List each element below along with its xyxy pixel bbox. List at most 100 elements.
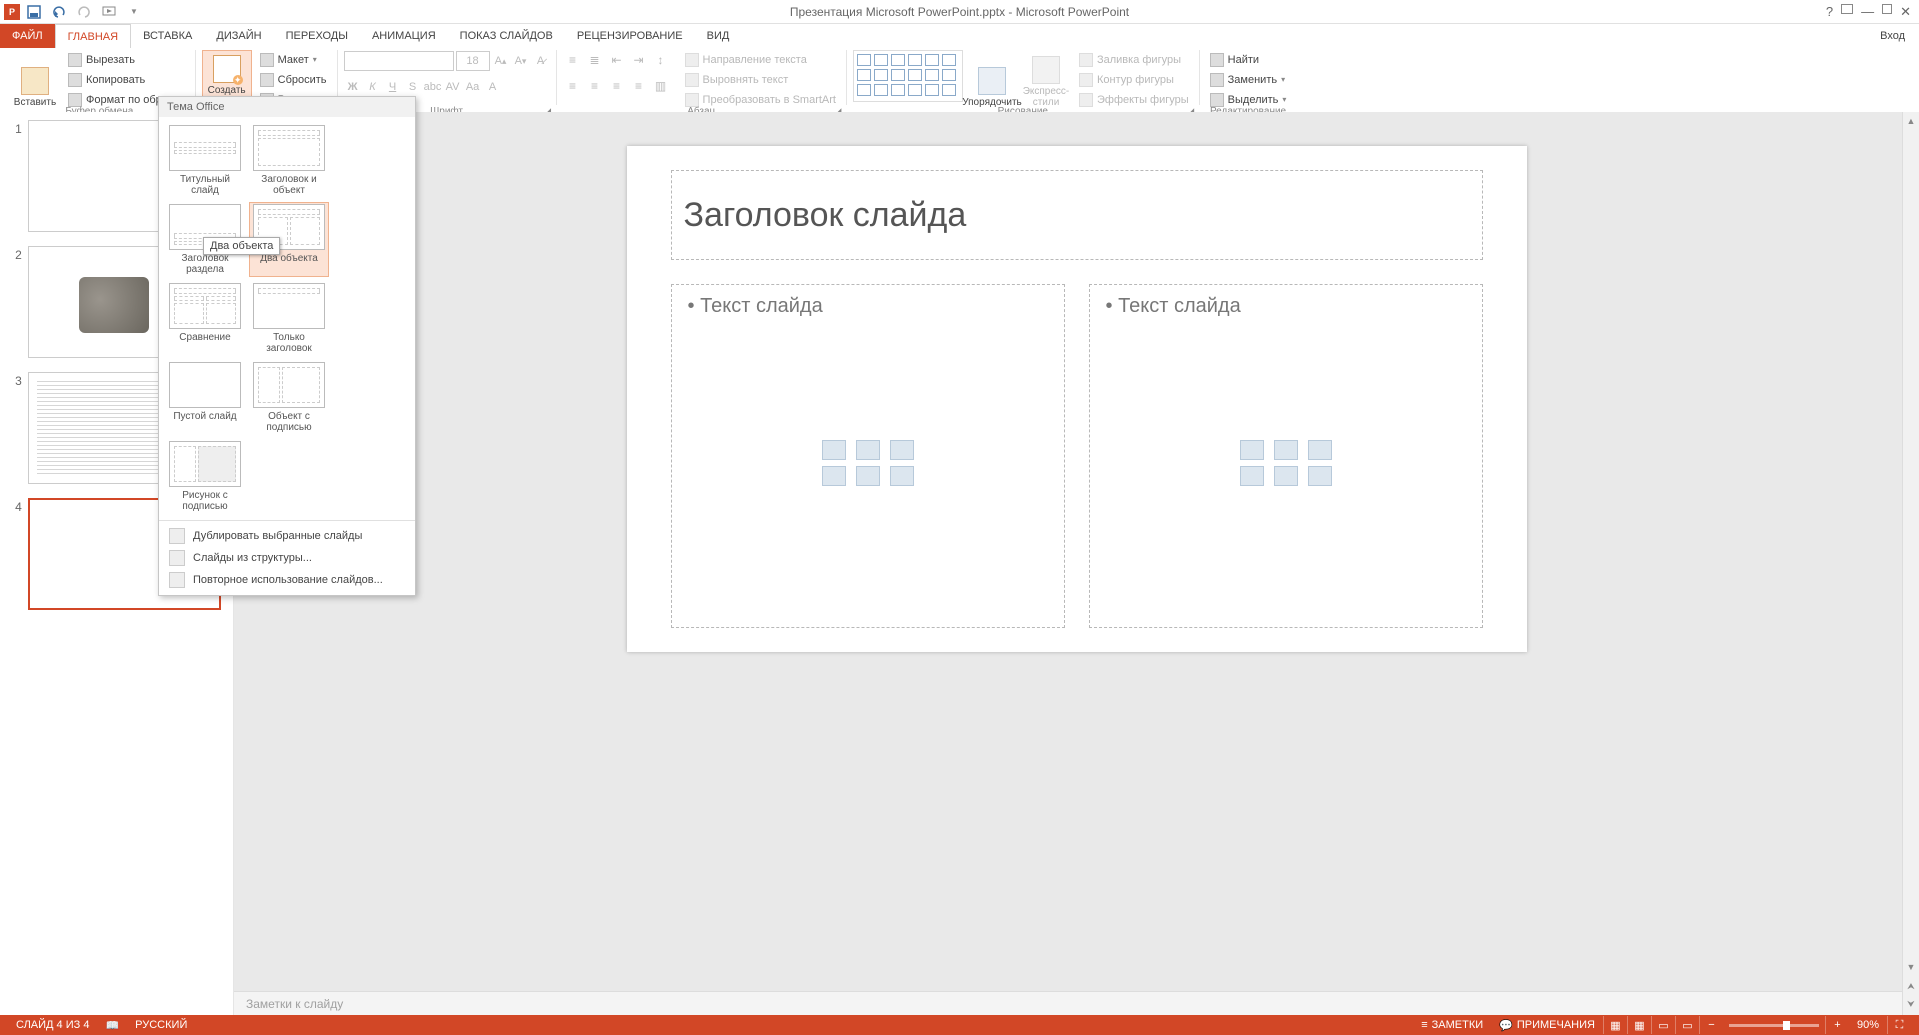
font-size-combo[interactable]: 18 <box>456 51 490 71</box>
slide-sorter-button[interactable]: ▦ <box>1627 1016 1651 1034</box>
ribbon-display-button[interactable] <box>1841 4 1853 14</box>
tab-slideshow[interactable]: ПОКАЗ СЛАЙДОВ <box>448 24 565 48</box>
text-direction-button[interactable]: Направление текста <box>681 50 840 69</box>
duplicate-slides-item[interactable]: Дублировать выбранные слайды <box>159 525 415 547</box>
insert-online-picture-icon[interactable] <box>856 466 880 486</box>
zoom-knob[interactable] <box>1783 1021 1790 1030</box>
right-content-placeholder[interactable]: Текст слайда <box>1089 284 1483 628</box>
vertical-scrollbar[interactable]: ▲ ▼ ⮝ ⮟ <box>1902 112 1919 1015</box>
help-button[interactable]: ? <box>1826 4 1833 20</box>
align-center-button[interactable]: ≡ <box>585 76 605 96</box>
align-left-button[interactable]: ≡ <box>563 76 583 96</box>
tab-animation[interactable]: АНИМАЦИЯ <box>360 24 448 48</box>
slide-canvas-area[interactable]: Заголовок слайда Текст слайда Текст слай… <box>234 112 1919 991</box>
shape-outline-button[interactable]: Контур фигуры <box>1075 70 1193 89</box>
tab-transitions[interactable]: ПЕРЕХОДЫ <box>274 24 360 48</box>
qat-customize-icon[interactable]: ▼ <box>123 1 145 23</box>
insert-video-icon[interactable] <box>890 466 914 486</box>
paste-button[interactable]: Вставить <box>10 50 60 110</box>
shape-icon[interactable] <box>942 69 956 81</box>
shape-icon[interactable] <box>874 54 888 66</box>
shape-icon[interactable] <box>857 54 871 66</box>
tab-design[interactable]: ДИЗАЙН <box>204 24 273 48</box>
shadow-button[interactable]: abc <box>424 77 442 97</box>
numbering-button[interactable]: ≣ <box>585 50 605 70</box>
tab-view[interactable]: ВИД <box>695 24 742 48</box>
cut-button[interactable]: Вырезать <box>64 50 189 69</box>
decrease-font-button[interactable]: A▾ <box>512 51 530 71</box>
change-case-button[interactable]: Aa <box>464 77 482 97</box>
scroll-down-icon[interactable]: ▼ <box>1903 958 1919 975</box>
layout-title-only[interactable]: Только заголовок <box>249 281 329 356</box>
shape-icon[interactable] <box>908 54 922 66</box>
columns-button[interactable]: ▥ <box>651 76 671 96</box>
replace-button[interactable]: Заменить▾ <box>1206 70 1291 89</box>
shape-icon[interactable] <box>925 69 939 81</box>
layout-blank[interactable]: Пустой слайд <box>165 360 245 435</box>
shape-icon[interactable] <box>925 84 939 96</box>
arrange-button[interactable]: Упорядочить <box>967 50 1017 110</box>
shape-icon[interactable] <box>925 54 939 66</box>
comments-toggle[interactable]: 💬 ПРИМЕЧАНИЯ <box>1491 1019 1603 1032</box>
notes-pane[interactable]: Заметки к слайду <box>234 991 1919 1015</box>
bullets-button[interactable]: ≡ <box>563 50 583 70</box>
redo-button[interactable] <box>73 1 95 23</box>
layout-picture-with-caption[interactable]: Рисунок с подписью <box>165 439 245 514</box>
reading-view-button[interactable]: ▭ <box>1651 1016 1675 1034</box>
underline-button[interactable]: Ч <box>384 77 402 97</box>
decrease-indent-button[interactable]: ⇤ <box>607 50 627 70</box>
layout-title-and-content[interactable]: Заголовок и объект <box>249 123 329 198</box>
bold-button[interactable]: Ж <box>344 77 362 97</box>
insert-video-icon[interactable] <box>1308 466 1332 486</box>
shape-icon[interactable] <box>857 84 871 96</box>
scroll-up-icon[interactable]: ▲ <box>1903 112 1919 129</box>
left-content-placeholder[interactable]: Текст слайда <box>671 284 1065 628</box>
layout-title-slide[interactable]: Титульный слайд <box>165 123 245 198</box>
tab-file[interactable]: ФАЙЛ <box>0 24 55 48</box>
layout-button[interactable]: Макет▾ <box>256 50 331 69</box>
normal-view-button[interactable]: ▦ <box>1603 1016 1627 1034</box>
align-text-button[interactable]: Выровнять текст <box>681 70 840 89</box>
shape-icon[interactable] <box>874 84 888 96</box>
tab-review[interactable]: РЕЦЕНЗИРОВАНИЕ <box>565 24 695 48</box>
layout-content-with-caption[interactable]: Объект с подписью <box>249 360 329 435</box>
quick-styles-button[interactable]: Экспресс-стили <box>1021 50 1071 110</box>
shape-icon[interactable] <box>942 54 956 66</box>
insert-online-picture-icon[interactable] <box>1274 466 1298 486</box>
shape-icon[interactable] <box>857 69 871 81</box>
align-right-button[interactable]: ≡ <box>607 76 627 96</box>
shape-icon[interactable] <box>908 84 922 96</box>
shape-icon[interactable] <box>942 84 956 96</box>
next-slide-icon[interactable]: ⮟ <box>1903 996 1919 1013</box>
maximize-button[interactable] <box>1882 4 1892 14</box>
justify-button[interactable]: ≡ <box>629 76 649 96</box>
shape-icon[interactable] <box>874 69 888 81</box>
close-button[interactable]: ✕ <box>1900 4 1911 20</box>
clear-formatting-button[interactable]: A̷ <box>532 51 550 71</box>
find-button[interactable]: Найти <box>1206 50 1291 69</box>
save-button[interactable] <box>23 1 45 23</box>
insert-smartart-icon[interactable] <box>1308 440 1332 460</box>
zoom-in-button[interactable]: + <box>1825 1016 1849 1034</box>
sign-in-link[interactable]: Вход <box>1880 24 1919 48</box>
shape-fill-button[interactable]: Заливка фигуры <box>1075 50 1193 69</box>
zoom-out-button[interactable]: − <box>1699 1016 1723 1034</box>
italic-button[interactable]: К <box>364 77 382 97</box>
start-slideshow-button[interactable] <box>98 1 120 23</box>
shape-icon[interactable] <box>908 69 922 81</box>
shapes-gallery[interactable] <box>853 50 963 102</box>
slide-counter[interactable]: СЛАЙД 4 ИЗ 4 <box>8 1019 97 1031</box>
notes-toggle[interactable]: ≡ ЗАМЕТКИ <box>1413 1019 1491 1031</box>
insert-chart-icon[interactable] <box>856 440 880 460</box>
shape-icon[interactable] <box>891 69 905 81</box>
increase-indent-button[interactable]: ⇥ <box>629 50 649 70</box>
tab-home[interactable]: ГЛАВНАЯ <box>55 24 131 48</box>
insert-table-icon[interactable] <box>822 440 846 460</box>
layout-comparison[interactable]: Сравнение <box>165 281 245 356</box>
insert-table-icon[interactable] <box>1240 440 1264 460</box>
tab-insert[interactable]: ВСТАВКА <box>131 24 204 48</box>
minimize-button[interactable]: — <box>1861 4 1874 20</box>
reset-button[interactable]: Сбросить <box>256 70 331 89</box>
insert-picture-icon[interactable] <box>822 466 846 486</box>
reuse-slides-item[interactable]: Повторное использование слайдов... <box>159 569 415 591</box>
